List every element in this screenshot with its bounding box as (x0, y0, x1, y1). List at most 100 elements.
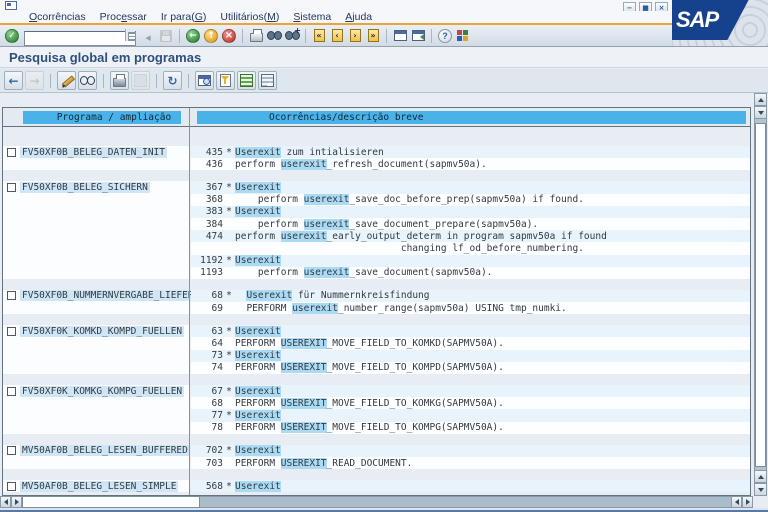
program-name[interactable]: MV50AF0B_BELEG_LESEN_SIMPLE (20, 481, 178, 492)
collapse-icon (145, 27, 150, 45)
find-in-list-button[interactable] (195, 71, 214, 90)
menu-item-processar[interactable]: Processar (93, 11, 154, 23)
code-line[interactable]: 1192*Userexit (191, 255, 750, 267)
program-name[interactable]: FV50XF0B_BELEG_SICHERN (20, 182, 150, 193)
enter-button[interactable] (3, 27, 21, 45)
row-checkbox[interactable] (7, 148, 16, 157)
scroll-down-icon[interactable] (754, 106, 767, 119)
scroll-left-end-icon[interactable] (731, 496, 742, 508)
horizontal-scroll-thumb[interactable] (22, 496, 200, 508)
next-page-button[interactable] (346, 27, 364, 45)
code-line[interactable]: 474perform userexit_early_output_determ … (191, 230, 750, 242)
display-glasses-button[interactable] (78, 71, 97, 90)
menu-item-ocorrncias[interactable]: Ocorrências (22, 11, 93, 23)
scroll-up-icon[interactable] (754, 93, 767, 106)
first-page-button[interactable] (310, 27, 328, 45)
menu-item-sistema[interactable]: Sistema (286, 11, 338, 23)
column-header-occurrences[interactable]: Ocorrências/descrição breve (197, 111, 746, 124)
menu-item-ajuda[interactable]: Ajuda (338, 11, 379, 23)
collapse-button[interactable] (139, 27, 157, 45)
code-line[interactable]: 68PERFORM USEREXIT_MOVE_FIELD_TO_KOMKG(S… (191, 397, 750, 409)
occurrences-cell: 702*Userexit703PERFORM USEREXIT_READ_DOC… (189, 445, 750, 469)
row-checkbox[interactable] (7, 482, 16, 491)
menu-item-irparag[interactable]: Ir para(G) (154, 11, 214, 23)
menu-item-utilitriosm[interactable]: Utilitários(M) (213, 11, 286, 23)
code-line[interactable]: 435*Userexit zum intialisieren (191, 146, 750, 158)
code-line[interactable]: 436perform userexit_refresh_document(sap… (191, 158, 750, 170)
code-line[interactable]: 368 perform userexit_save_doc_before_pre… (191, 194, 750, 206)
row-checkbox[interactable] (7, 183, 16, 192)
program-name[interactable]: MV50AF0B_BELEG_LESEN_BUFFERED (20, 445, 190, 456)
row-checkbox[interactable] (7, 291, 16, 300)
vertical-scroll-track[interactable] (754, 119, 767, 470)
command-history-icon[interactable] (125, 29, 135, 41)
row-checkbox[interactable] (7, 387, 16, 396)
code-text: Userexit (235, 481, 281, 492)
nav-back-button[interactable] (4, 71, 23, 90)
exit-button[interactable] (202, 27, 220, 45)
code-line[interactable]: 384 perform userexit_save_document_prepa… (191, 218, 750, 230)
print-list-button[interactable] (110, 71, 129, 90)
code-line[interactable]: 68* Userexit für Nummernkreisfindung (191, 290, 750, 302)
title-bar: Pesquisa global em programas (0, 47, 768, 68)
menu-bar: OcorrênciasProcessarIr para(G)Utilitário… (0, 11, 672, 23)
back-button[interactable] (184, 27, 202, 45)
sort-list-icon (240, 74, 253, 87)
code-line[interactable]: 69 PERFORM userexit_number_range(sapmv50… (191, 302, 750, 314)
new-session-button[interactable] (391, 27, 409, 45)
column-header-program[interactable]: Programa / ampliação (23, 111, 181, 124)
command-field[interactable] (24, 31, 136, 46)
vertical-scroll-thumb[interactable] (755, 123, 766, 467)
scroll-right-end-icon[interactable] (742, 496, 753, 508)
find-button[interactable] (265, 27, 283, 45)
scroll-left-icon[interactable] (0, 496, 11, 508)
code-text: Userexit (235, 206, 281, 217)
program-name[interactable]: FV50XF0K_KOMKD_KOMPD_FUELLEN (20, 326, 184, 337)
code-line[interactable]: 703PERFORM USEREXIT_READ_DOCUMENT. (191, 457, 750, 469)
code-line[interactable]: 568*Userexit (191, 480, 750, 492)
create-shortcut-button[interactable] (409, 27, 427, 45)
program-name[interactable]: FV50XF0B_BELEG_DATEN_INIT (20, 147, 167, 158)
line-number: 73 (191, 350, 223, 361)
code-line[interactable]: 63*Userexit (191, 325, 750, 337)
program-name[interactable]: FV50XF0B_NUMMERNVERGABE_LIEFER (20, 290, 196, 301)
sort-list-button[interactable] (237, 71, 256, 90)
help-button[interactable] (436, 27, 454, 45)
code-text: perform userexit_save_document_prepare(s… (235, 219, 538, 230)
program-name[interactable]: FV50XF0K_KOMKG_KOMPG_FUELLEN (20, 386, 184, 397)
row-checkbox[interactable] (7, 327, 16, 336)
code-text: changing lf_od_before_numbering. (235, 243, 584, 254)
horizontal-scroll-track[interactable] (200, 496, 731, 508)
code-line[interactable]: 73*Userexit (191, 350, 750, 362)
code-line[interactable]: 1193 perform userexit_save_document(sapm… (191, 267, 750, 279)
last-page-button[interactable] (364, 27, 382, 45)
find-next-button[interactable] (283, 27, 301, 45)
code-line[interactable]: 77*Userexit (191, 409, 750, 421)
code-line[interactable]: 383*Userexit (191, 206, 750, 218)
scroll-right-icon[interactable] (11, 496, 22, 508)
comment-marker: * (223, 481, 235, 492)
code-line[interactable]: changing lf_od_before_numbering. (191, 242, 750, 254)
row-checkbox[interactable] (7, 446, 16, 455)
refresh-button[interactable] (163, 71, 182, 90)
code-line[interactable]: 367*Userexit (191, 181, 750, 193)
scroll-down-bottom-icon[interactable] (754, 483, 767, 496)
save-icon (160, 30, 172, 42)
customize-layout-button[interactable] (454, 27, 472, 45)
cancel-button[interactable] (220, 27, 238, 45)
edit-pencil-button[interactable] (57, 71, 76, 90)
code-line[interactable]: 74PERFORM USEREXIT_MOVE_FIELD_TO_KOMPD(S… (191, 362, 750, 374)
code-line[interactable]: 64PERFORM USEREXIT_MOVE_FIELD_TO_KOMKD(S… (191, 337, 750, 349)
userexit-highlight: Userexit (235, 206, 281, 217)
filter-button[interactable] (216, 71, 235, 90)
code-line[interactable]: 702*Userexit (191, 445, 750, 457)
print-button[interactable] (247, 27, 265, 45)
code-line[interactable]: 78PERFORM USEREXIT_MOVE_FIELD_TO_KOMPG(S… (191, 422, 750, 434)
system-menu-icon[interactable] (5, 1, 17, 10)
previous-page-button[interactable] (328, 27, 346, 45)
detail-list-button[interactable] (258, 71, 277, 90)
code-text: PERFORM USEREXIT_MOVE_FIELD_TO_KOMPD(SAP… (235, 362, 504, 373)
toolbar-separator (179, 29, 180, 43)
code-line[interactable]: 67*Userexit (191, 385, 750, 397)
scroll-up-bottom-icon[interactable] (754, 470, 767, 483)
